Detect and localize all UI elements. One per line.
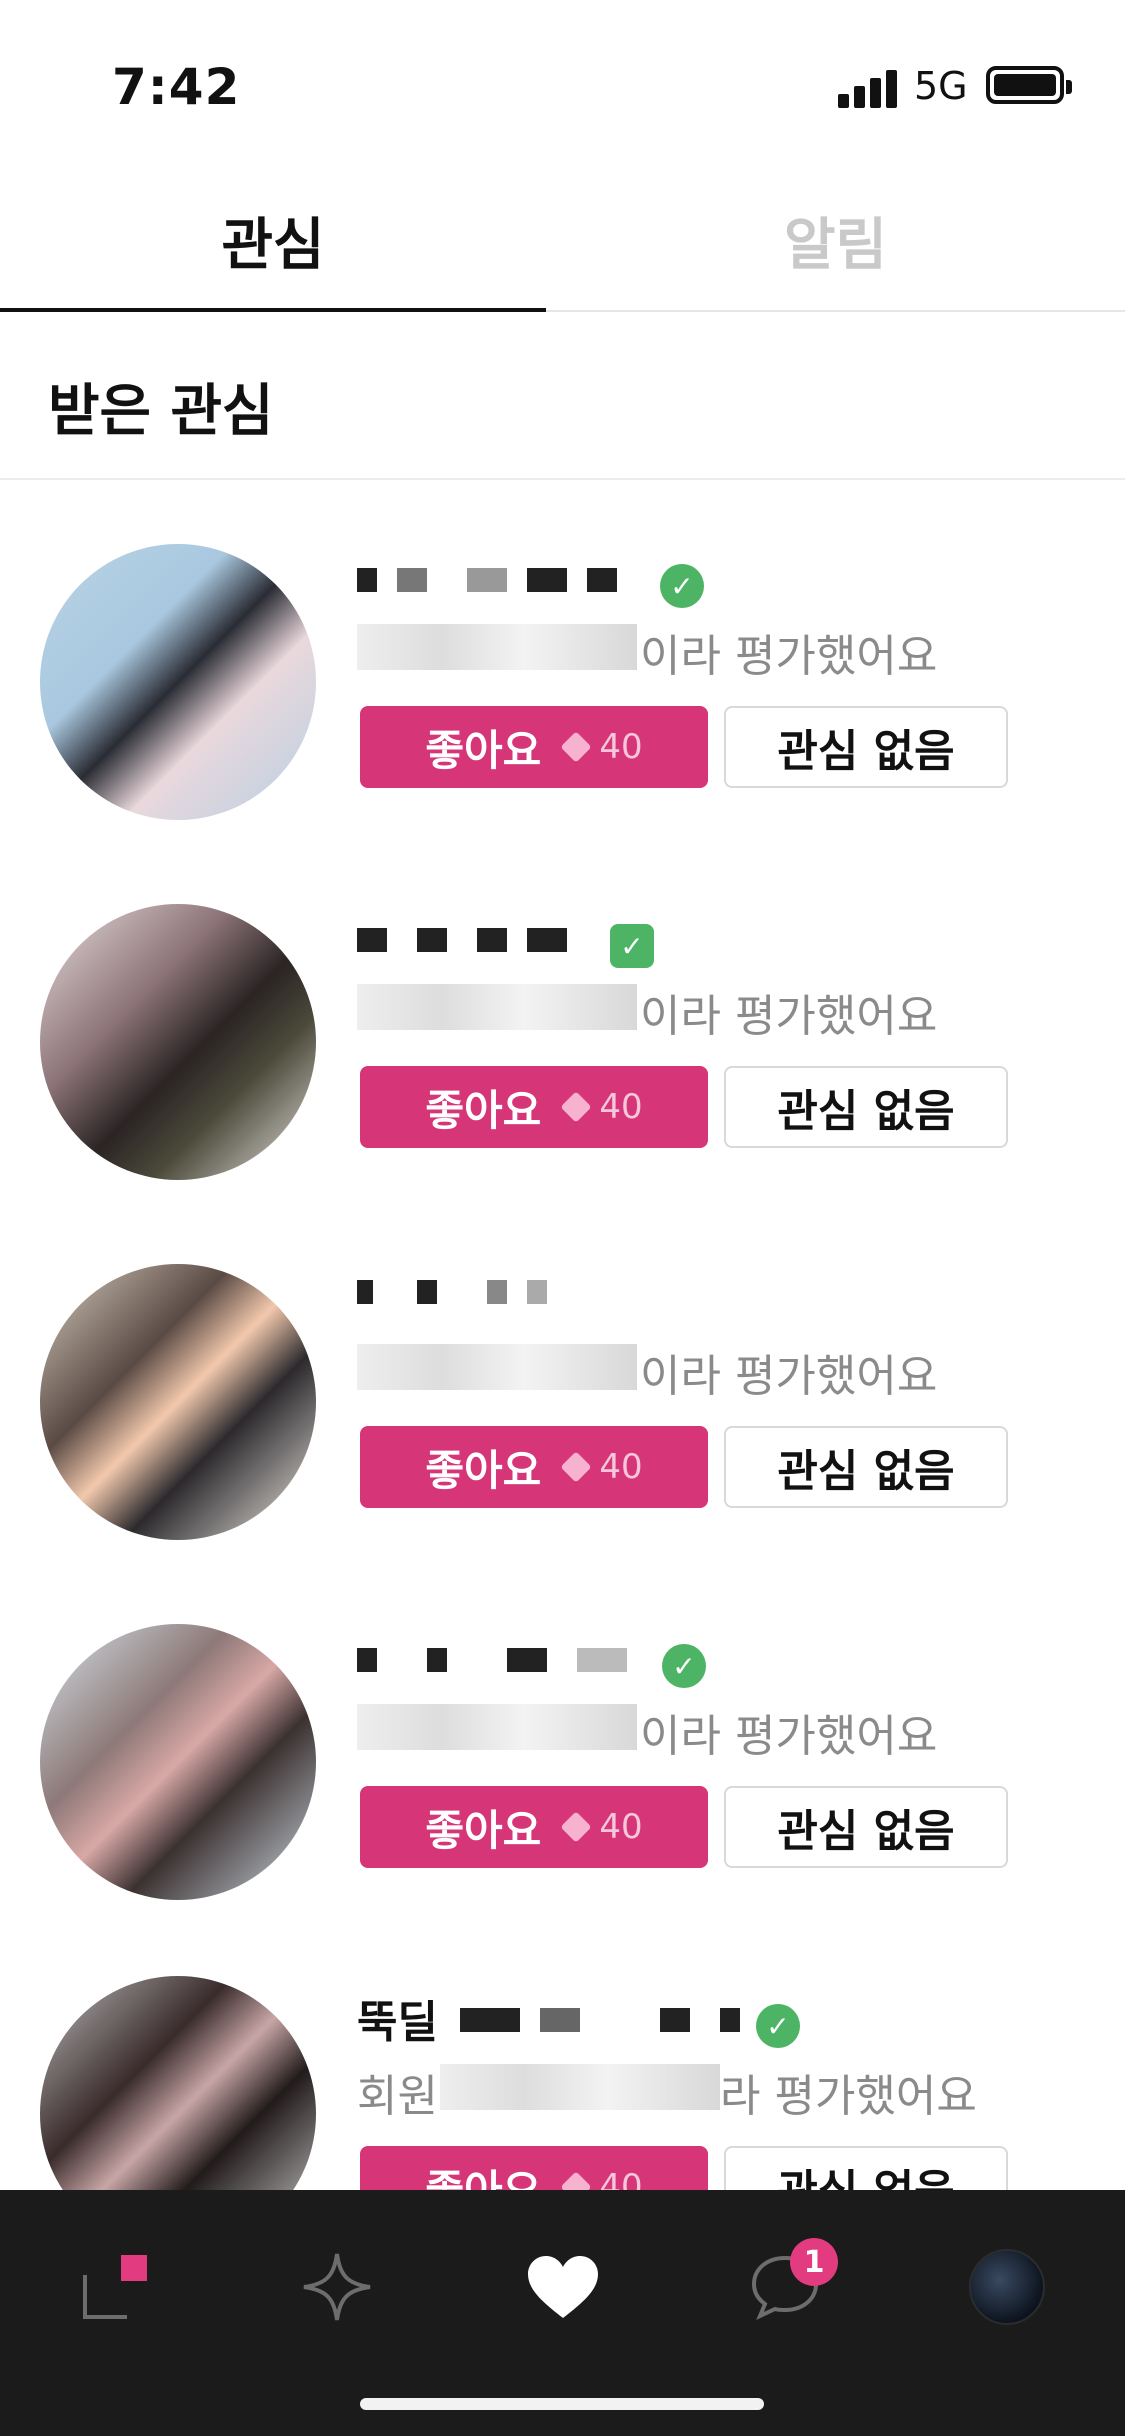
divider (0, 478, 1125, 480)
no-interest-button[interactable]: 관심 없음 (724, 1786, 1008, 1868)
blurred-description (357, 1344, 637, 1390)
like-button[interactable]: 좋아요 40 (360, 706, 708, 788)
user-name-blur (460, 2008, 740, 2050)
list-item: ✓ 이라 평가했어요 좋아요 40 관심 없음 (0, 880, 1125, 1220)
avatar[interactable] (40, 544, 316, 820)
tab-interest[interactable]: 관심 (0, 170, 546, 310)
user-name (357, 568, 657, 610)
nav-profile[interactable] (952, 2232, 1062, 2342)
gem-icon (560, 1091, 592, 1123)
like-cost: 40 (599, 1807, 643, 1847)
blurred-description (357, 624, 637, 670)
user-name (357, 1280, 657, 1322)
signal-icon (838, 68, 898, 108)
user-name (357, 1648, 657, 1690)
tab-bar: 관심 알림 (0, 170, 1125, 312)
description-text: 라 평가했어요 (720, 2071, 977, 2122)
like-button[interactable]: 좋아요 40 (360, 1786, 708, 1868)
avatar[interactable] (40, 1624, 316, 1900)
chat-badge: 1 (790, 2238, 838, 2286)
tab-alerts[interactable]: 알림 (546, 170, 1125, 310)
user-name: 뚝딜 (357, 1997, 438, 2048)
status-time: 7:42 (112, 58, 241, 116)
home-icon (83, 2255, 147, 2319)
list-item: 이라 평가했어요 좋아요 40 관심 없음 (0, 1240, 1125, 1580)
description-text: 이라 평가했어요 (640, 631, 938, 682)
battery-icon (986, 66, 1072, 104)
gem-icon (560, 731, 592, 763)
like-label: 좋아요 (425, 1085, 542, 1135)
section-title: 받은 관심 (48, 379, 274, 444)
like-cost: 40 (599, 1447, 643, 1487)
like-label: 좋아요 (425, 1805, 542, 1855)
like-cost: 40 (599, 727, 643, 767)
gem-icon (560, 1451, 592, 1483)
no-interest-button[interactable]: 관심 없음 (724, 706, 1008, 788)
like-button[interactable]: 좋아요 40 (360, 1426, 708, 1508)
nav-home[interactable] (60, 2232, 170, 2342)
home-indicator (360, 2398, 764, 2410)
blurred-description (357, 1704, 637, 1750)
no-interest-button[interactable]: 관심 없음 (724, 1066, 1008, 1148)
nav-explore[interactable] (282, 2232, 392, 2342)
profile-avatar (969, 2249, 1045, 2325)
network-label: 5G (914, 64, 968, 108)
no-interest-button[interactable]: 관심 없음 (724, 1426, 1008, 1508)
description-text: 이라 평가했어요 (640, 1351, 938, 1402)
like-label: 좋아요 (425, 1445, 542, 1495)
list-item: ✓ 이라 평가했어요 좋아요 40 관심 없음 (0, 520, 1125, 860)
blurred-description (440, 2064, 720, 2110)
verified-badge-icon: ✓ (662, 1644, 706, 1688)
avatar[interactable] (40, 904, 316, 1180)
verified-badge-icon: ✓ (756, 2004, 800, 2048)
heart-icon (528, 2256, 598, 2318)
like-cost: 40 (599, 1087, 643, 1127)
verified-badge-icon: ✓ (660, 564, 704, 608)
list-item: ✓ 이라 평가했어요 좋아요 40 관심 없음 (0, 1600, 1125, 1940)
description-text: 이라 평가했어요 (640, 991, 938, 1042)
description-prefix: 회원 (357, 2071, 438, 2122)
like-button[interactable]: 좋아요 40 (360, 1066, 708, 1148)
nav-likes[interactable] (508, 2232, 618, 2342)
active-tab-indicator (0, 308, 546, 312)
nav-chat[interactable]: 1 (730, 2232, 840, 2342)
sparkle-icon (303, 2253, 371, 2321)
avatar[interactable] (40, 1264, 316, 1540)
verified-badge-icon: ✓ (610, 924, 654, 968)
blurred-description (357, 984, 637, 1030)
gem-icon (560, 1811, 592, 1843)
status-bar: 7:42 5G (0, 0, 1125, 170)
like-label: 좋아요 (425, 725, 542, 775)
description-text: 이라 평가했어요 (640, 1711, 938, 1762)
